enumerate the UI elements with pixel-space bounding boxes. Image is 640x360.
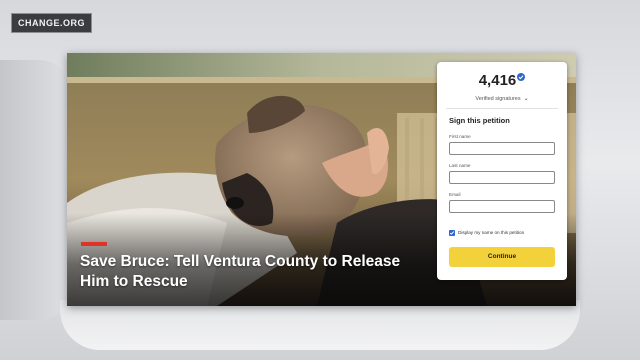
signature-count: 4,416 bbox=[478, 72, 517, 89]
last-name-field[interactable] bbox=[449, 171, 555, 184]
display-name-label: Display my name on this petition bbox=[458, 230, 525, 236]
background-panel bbox=[0, 60, 70, 320]
last-name-label: Last name bbox=[449, 163, 471, 168]
verified-signatures-label: Verified signatures bbox=[475, 96, 521, 102]
first-name-label: First name bbox=[449, 134, 471, 139]
verified-signatures-toggle[interactable]: Verified signatures ⌄ bbox=[437, 95, 567, 102]
display-name-option[interactable]: Display my name on this petition bbox=[449, 230, 524, 236]
chevron-down-icon: ⌄ bbox=[523, 96, 529, 102]
signature-count-row: 4,416 bbox=[437, 72, 567, 89]
background-shelf bbox=[60, 300, 580, 350]
broadcast-bug: CHANGE.ORG bbox=[11, 13, 93, 33]
card-divider bbox=[446, 108, 558, 109]
display-name-checkbox[interactable] bbox=[449, 230, 455, 236]
signature-card: 4,416 Verified signatures ⌄ Sign this pet… bbox=[437, 62, 567, 280]
continue-button[interactable]: Continue bbox=[449, 247, 555, 267]
sign-heading: Sign this petition bbox=[449, 116, 510, 125]
verified-badge-icon bbox=[517, 73, 526, 81]
accent-bar bbox=[81, 242, 107, 246]
email-field[interactable] bbox=[449, 200, 555, 213]
email-label: Email bbox=[449, 192, 461, 197]
petition-title: Save Bruce: Tell Ventura County to Relea… bbox=[80, 253, 401, 290]
first-name-field[interactable] bbox=[449, 142, 555, 155]
